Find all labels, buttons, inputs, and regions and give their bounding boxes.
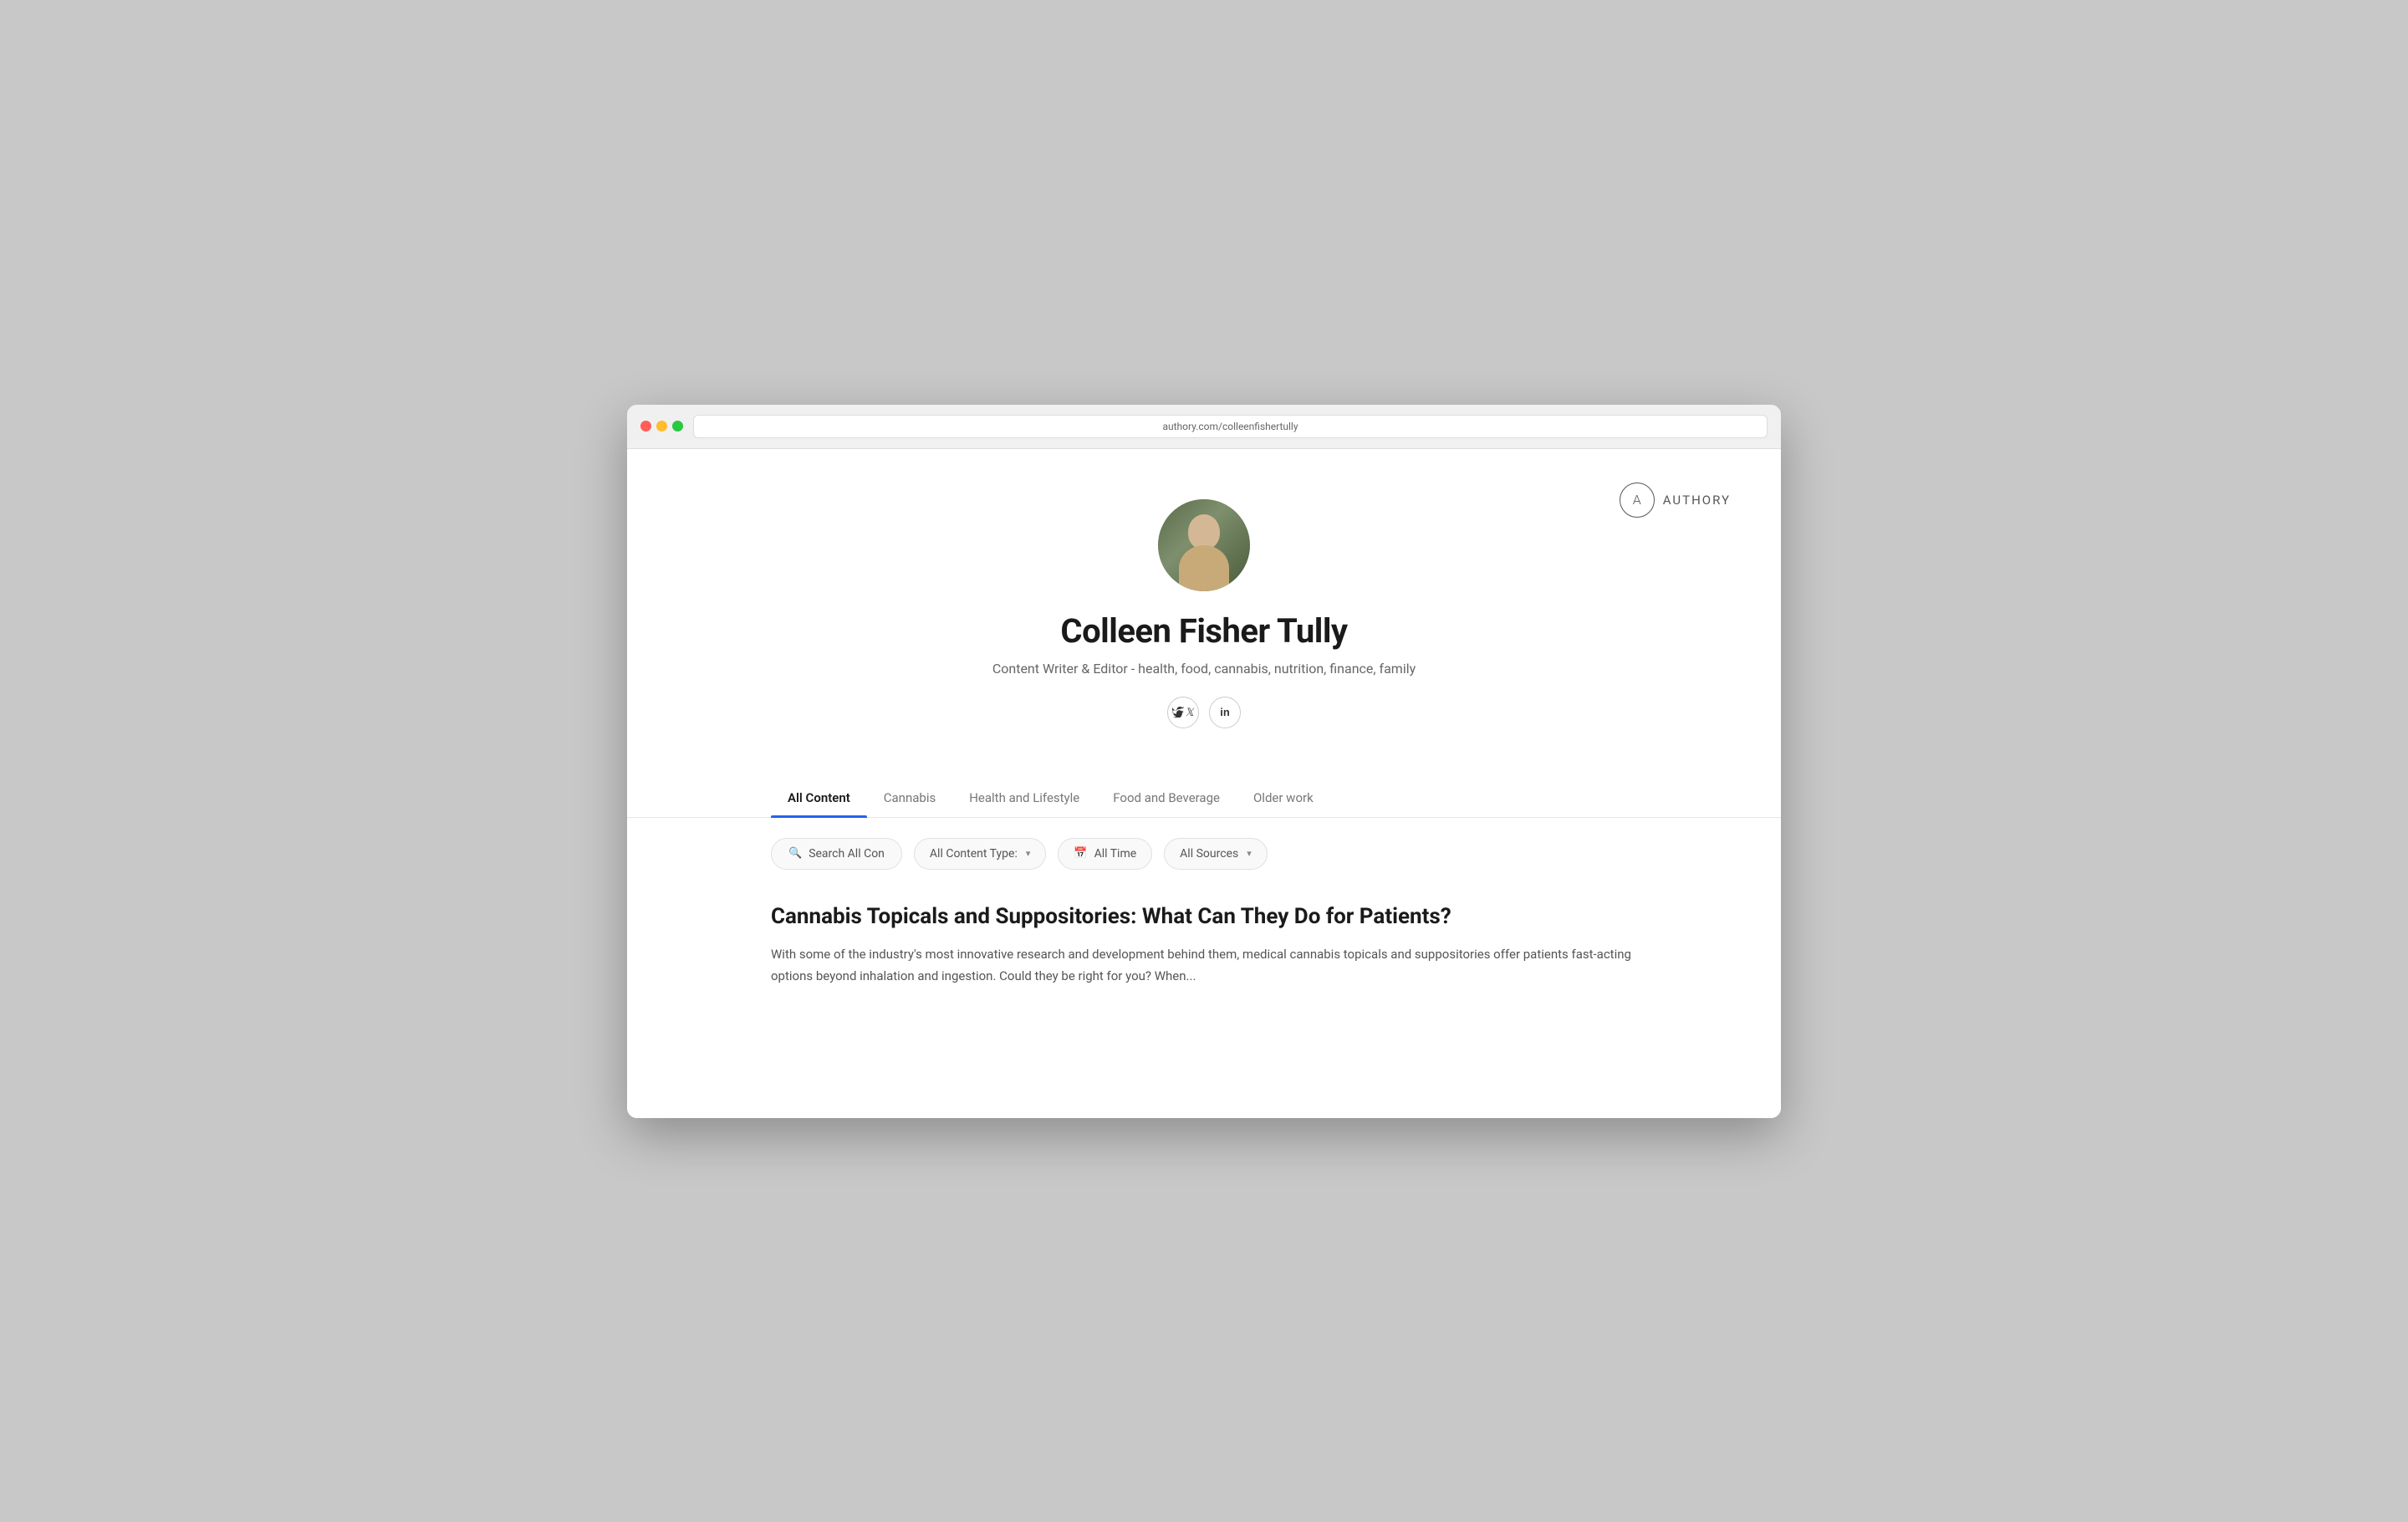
- tab-health-lifestyle[interactable]: Health and Lifestyle: [952, 779, 1096, 817]
- close-button[interactable]: [640, 421, 651, 432]
- content-type-label: All Content Type:: [930, 847, 1018, 861]
- tab-all-content[interactable]: All Content: [771, 779, 867, 817]
- profile-bio: Content Writer & Editor - health, food, …: [992, 661, 1416, 677]
- twitter-button[interactable]: 𝕏: [1167, 697, 1199, 728]
- tab-cannabis[interactable]: Cannabis: [867, 779, 952, 817]
- traffic-lights: [640, 421, 683, 432]
- address-bar[interactable]: authory.com/colleenfishertully: [693, 415, 1768, 438]
- content-type-filter[interactable]: All Content Type: ▾: [914, 838, 1046, 870]
- linkedin-icon: in: [1220, 706, 1230, 718]
- tabs-list: All Content Cannabis Health and Lifestyl…: [771, 779, 1637, 817]
- url-text: authory.com/colleenfishertully: [1162, 421, 1298, 432]
- logo-icon: A: [1620, 483, 1655, 518]
- tab-food-beverage[interactable]: Food and Beverage: [1096, 779, 1237, 817]
- time-filter[interactable]: 📅 All Time: [1058, 838, 1152, 870]
- social-links: 𝕏 in: [1167, 697, 1241, 728]
- chevron-down-icon-sources: ▾: [1247, 848, 1252, 859]
- minimize-button[interactable]: [656, 421, 667, 432]
- time-label: All Time: [1094, 847, 1137, 861]
- tabs-container: All Content Cannabis Health and Lifestyl…: [627, 779, 1781, 818]
- search-icon: 🔍: [788, 847, 802, 860]
- page-content: A AUTHORY Colleen Fisher Tully Content W…: [627, 449, 1781, 1118]
- chevron-down-icon: ▾: [1026, 848, 1031, 859]
- browser-chrome: authory.com/colleenfishertully: [627, 405, 1781, 449]
- profile-section: Colleen Fisher Tully Content Writer & Ed…: [627, 449, 1781, 762]
- maximize-button[interactable]: [672, 421, 683, 432]
- filters-row: 🔍 Search All Con All Content Type: ▾ 📅 A…: [627, 818, 1781, 886]
- twitter-text: 𝕏: [1185, 706, 1193, 719]
- browser-window: authory.com/colleenfishertully A AUTHORY…: [627, 405, 1781, 1118]
- search-placeholder: Search All Con: [809, 847, 885, 861]
- twitter-icon: [1172, 707, 1185, 718]
- linkedin-button[interactable]: in: [1209, 697, 1241, 728]
- tab-older-work[interactable]: Older work: [1237, 779, 1330, 817]
- article-title[interactable]: Cannabis Topicals and Suppositories: Wha…: [771, 903, 1637, 932]
- logo-name: AUTHORY: [1663, 493, 1731, 508]
- calendar-icon: 📅: [1074, 847, 1087, 860]
- sources-label: All Sources: [1180, 847, 1238, 861]
- avatar-image: [1158, 499, 1250, 591]
- avatar: [1158, 499, 1250, 591]
- article-excerpt: With some of the industry's most innovat…: [771, 944, 1637, 987]
- logo-letter: A: [1633, 492, 1641, 508]
- search-filter[interactable]: 🔍 Search All Con: [771, 838, 902, 870]
- content-area: Cannabis Topicals and Suppositories: Wha…: [627, 886, 1781, 1021]
- sources-filter[interactable]: All Sources ▾: [1164, 838, 1268, 870]
- profile-name: Colleen Fisher Tully: [1060, 611, 1347, 651]
- logo-area: A AUTHORY: [1620, 483, 1731, 518]
